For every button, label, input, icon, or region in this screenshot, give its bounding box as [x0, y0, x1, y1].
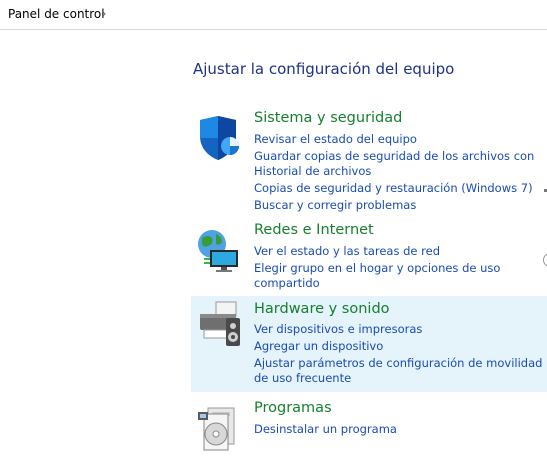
- link-uninstall-program[interactable]: Desinstalar un programa: [254, 422, 544, 437]
- link-review-computer-status[interactable]: Revisar el estado del equipo: [254, 132, 544, 147]
- link-mobility-settings[interactable]: Ajustar parámetros de configuración de m…: [254, 356, 544, 386]
- network-globe-icon[interactable]: [194, 226, 242, 274]
- link-network-status-tasks[interactable]: Ver el estado y las tareas de red: [254, 244, 544, 259]
- breadcrumb-control-panel[interactable]: Panel de control: [8, 7, 105, 21]
- link-add-device[interactable]: Agregar un dispositivo: [254, 339, 544, 354]
- link-devices-printers[interactable]: Ver dispositivos e impresoras: [254, 322, 544, 337]
- category-title-programs[interactable]: Programas: [254, 400, 332, 416]
- category-programs: Programas Desinstalar un programa: [191, 400, 547, 451]
- category-hardware-sound[interactable]: Hardware y sonido Ver dispositivos e imp…: [191, 296, 547, 392]
- link-backup-restore-windows7[interactable]: Copias de seguridad y restauración (Wind…: [254, 181, 544, 196]
- category-system-security: Sistema y seguridad Revisar el estado de…: [191, 110, 547, 214]
- programs-disc-icon[interactable]: [194, 404, 242, 452]
- category-title-network-internet[interactable]: Redes e Internet: [254, 222, 374, 238]
- link-homegroup-sharing[interactable]: Elegir grupo en el hogar y opciones de u…: [254, 261, 544, 291]
- category-network-internet: Redes e Internet Ver el estado y las tar…: [191, 222, 547, 292]
- category-title-hardware-sound[interactable]: Hardware y sonido: [254, 301, 390, 317]
- link-troubleshoot[interactable]: Buscar y corregir problemas: [254, 198, 544, 213]
- address-bar: Panel de control ›: [0, 0, 547, 30]
- link-file-history-backup[interactable]: Guardar copias de seguridad de los archi…: [254, 149, 544, 179]
- printer-speaker-icon[interactable]: [194, 300, 242, 348]
- breadcrumb-chevron-icon[interactable]: ›: [102, 7, 106, 20]
- shield-icon[interactable]: [194, 114, 242, 162]
- category-title-system-security[interactable]: Sistema y seguridad: [254, 110, 402, 126]
- page-title: Ajustar la configuración del equipo: [193, 60, 455, 78]
